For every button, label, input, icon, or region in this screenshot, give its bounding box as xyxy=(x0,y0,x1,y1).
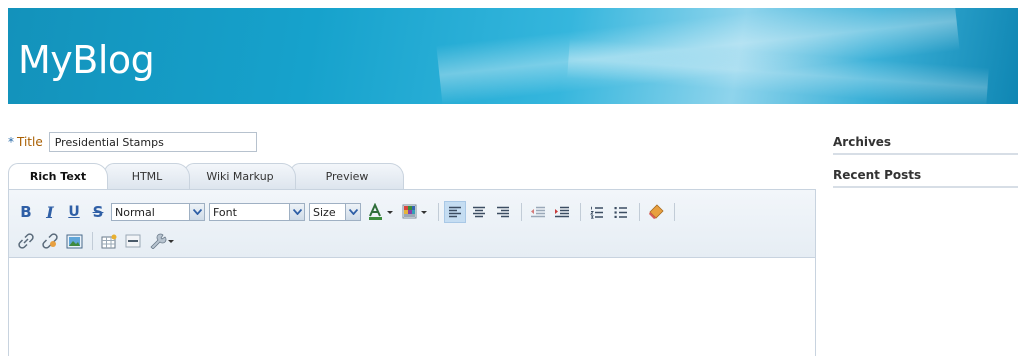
align-right-icon xyxy=(497,206,509,217)
horizontal-rule-icon xyxy=(125,234,141,248)
indent-icon xyxy=(555,206,569,217)
underline-icon: U xyxy=(68,204,80,220)
outdent-button[interactable] xyxy=(527,201,549,223)
toolbar-separator xyxy=(92,232,93,250)
strikethrough-button[interactable]: S xyxy=(87,201,109,223)
paragraph-style-value: Normal xyxy=(115,205,155,219)
chevron-down-icon xyxy=(289,204,304,220)
align-right-button[interactable] xyxy=(492,201,514,223)
tab-wiki-markup[interactable]: Wiki Markup xyxy=(184,163,296,189)
tab-rich-text[interactable]: Rich Text xyxy=(8,163,108,189)
text-color-icon xyxy=(369,203,393,220)
insert-table-icon xyxy=(101,234,117,248)
chevron-down-icon xyxy=(189,204,204,220)
link-icon xyxy=(18,233,34,249)
insert-table-button[interactable] xyxy=(98,230,120,252)
text-color-button[interactable] xyxy=(365,201,397,223)
blog-banner: MyBlog xyxy=(8,8,1018,104)
toolbar-separator xyxy=(438,203,439,221)
blog-title[interactable]: MyBlog xyxy=(18,38,155,82)
strikethrough-icon: S xyxy=(92,203,104,221)
numbered-list-icon xyxy=(590,206,603,219)
remove-link-button[interactable] xyxy=(39,230,61,252)
insert-link-button[interactable] xyxy=(15,230,37,252)
font-size-select[interactable]: Size xyxy=(309,203,361,221)
editor-toolbar: B I U S Normal Font Size xyxy=(9,190,815,258)
font-family-value: Font xyxy=(213,205,237,219)
bold-button[interactable]: B xyxy=(15,201,37,223)
bullet-list-icon xyxy=(614,206,627,218)
indent-button[interactable] xyxy=(551,201,573,223)
rich-text-editor: B I U S Normal Font Size xyxy=(8,189,816,356)
tab-html[interactable]: HTML xyxy=(104,163,190,189)
align-left-icon xyxy=(449,206,461,217)
bold-icon: B xyxy=(20,203,32,221)
tools-menu-button[interactable] xyxy=(146,230,178,252)
italic-button[interactable]: I xyxy=(39,201,61,223)
title-row: * Title xyxy=(8,131,257,153)
recent-posts-heading: Recent Posts xyxy=(833,168,1018,188)
background-color-icon xyxy=(402,204,427,219)
toolbar-separator xyxy=(580,203,581,221)
title-label: Title xyxy=(17,135,43,149)
font-size-value: Size xyxy=(313,205,336,219)
insert-image-button[interactable] xyxy=(63,230,85,252)
archives-heading: Archives xyxy=(833,135,1018,155)
outdent-icon xyxy=(531,206,545,217)
recent-posts-panel: Recent Posts xyxy=(833,168,1018,188)
numbered-list-button[interactable] xyxy=(586,201,608,223)
remove-format-icon xyxy=(649,204,664,219)
font-family-select[interactable]: Font xyxy=(209,203,305,221)
align-center-icon xyxy=(473,206,485,217)
tools-icon xyxy=(150,233,174,249)
editor-content-area[interactable] xyxy=(9,258,815,356)
tab-preview[interactable]: Preview xyxy=(290,163,404,189)
toolbar-separator xyxy=(521,203,522,221)
chevron-down-icon xyxy=(345,204,360,220)
editor-tabs: Rich Text HTML Wiki Markup Preview xyxy=(8,163,408,189)
background-color-button[interactable] xyxy=(399,201,431,223)
bullet-list-button[interactable] xyxy=(610,201,632,223)
unlink-icon xyxy=(42,233,58,249)
align-left-button[interactable] xyxy=(444,201,466,223)
required-marker: * xyxy=(8,135,14,149)
remove-format-button[interactable] xyxy=(645,201,667,223)
paragraph-style-select[interactable]: Normal xyxy=(111,203,205,221)
align-center-button[interactable] xyxy=(468,201,490,223)
title-input[interactable] xyxy=(48,132,257,152)
toolbar-row-1: B I U S Normal Font Size xyxy=(15,199,680,225)
horizontal-rule-button[interactable] xyxy=(122,230,144,252)
image-icon xyxy=(66,234,82,248)
archives-panel: Archives xyxy=(833,135,1018,155)
italic-icon: I xyxy=(46,202,54,222)
toolbar-separator xyxy=(639,203,640,221)
toolbar-row-2 xyxy=(15,228,180,254)
underline-button[interactable]: U xyxy=(63,201,85,223)
toolbar-separator xyxy=(674,203,675,221)
